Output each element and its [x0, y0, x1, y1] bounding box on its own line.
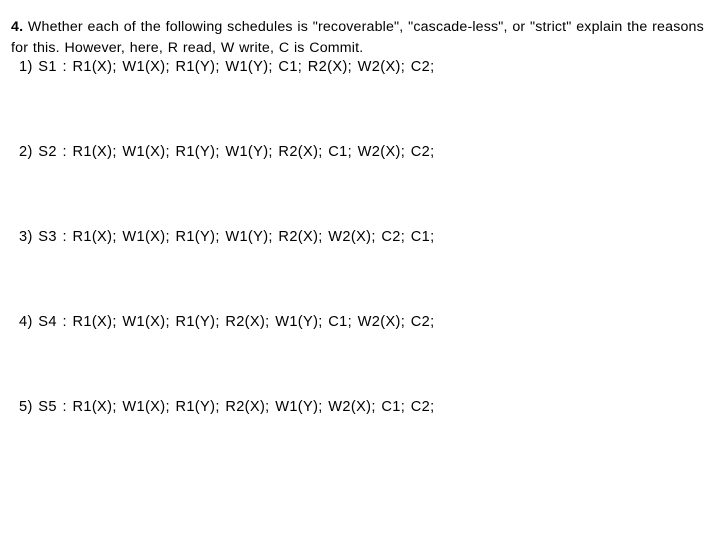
- schedule-name: S3: [38, 229, 57, 245]
- schedule-item: 1) S1 : R1(X); W1(X); R1(Y); W1(Y); C1; …: [19, 57, 435, 77]
- schedule-separator: :: [62, 314, 67, 330]
- schedule-operations: R1(X); W1(X); R1(Y); R2(X); W1(Y); W2(X)…: [72, 399, 435, 415]
- schedule-index: 4): [19, 314, 33, 330]
- schedule-item: 5) S5 : R1(X); W1(X); R1(Y); R2(X); W1(Y…: [19, 397, 435, 417]
- schedule-operations: R1(X); W1(X); R1(Y); W1(Y); R2(X); C1; W…: [72, 144, 435, 160]
- schedule-operations: R1(X); W1(X); R1(Y); W1(Y); R2(X); W2(X)…: [72, 229, 435, 245]
- question-number: 4.: [11, 19, 24, 36]
- schedule-separator: :: [62, 399, 67, 415]
- schedule-index: 5): [19, 399, 33, 415]
- schedule-index: 1): [19, 59, 33, 75]
- schedule-name: S2: [38, 144, 57, 160]
- schedule-name: S5: [38, 399, 57, 415]
- schedule-separator: :: [62, 59, 67, 75]
- schedule-item: 3) S3 : R1(X); W1(X); R1(Y); W1(Y); R2(X…: [19, 227, 435, 247]
- question-prompt: 4. Whether each of the following schedul…: [11, 17, 720, 59]
- question-body-text: Whether each of the following schedules …: [11, 19, 704, 57]
- schedule-operations: R1(X); W1(X); R1(Y); R2(X); W1(Y); C1; W…: [72, 314, 435, 330]
- schedule-name: S1: [38, 59, 57, 75]
- schedule-index: 3): [19, 229, 33, 245]
- schedule-item: 4) S4 : R1(X); W1(X); R1(Y); R2(X); W1(Y…: [19, 312, 435, 332]
- schedule-operations: R1(X); W1(X); R1(Y); W1(Y); C1; R2(X); W…: [72, 59, 435, 75]
- schedule-item: 2) S2 : R1(X); W1(X); R1(Y); W1(Y); R2(X…: [19, 142, 435, 162]
- slide-canvas: 4. Whether each of the following schedul…: [0, 0, 720, 540]
- schedule-index: 2): [19, 144, 33, 160]
- schedule-separator: :: [62, 144, 67, 160]
- schedule-name: S4: [38, 314, 57, 330]
- schedule-separator: :: [62, 229, 67, 245]
